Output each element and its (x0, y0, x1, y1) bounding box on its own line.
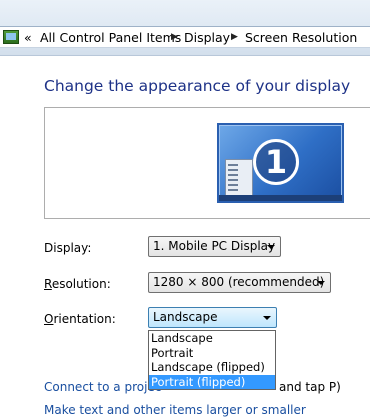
resolution-select[interactable]: 1280 × 800 (recommended) (148, 272, 331, 293)
orientation-select[interactable]: Landscape (148, 307, 277, 328)
connect-projector-link[interactable]: Connect to a projec (44, 380, 161, 394)
text-size-link[interactable]: Make text and other items larger or smal… (44, 403, 306, 417)
chevron-down-icon (317, 281, 325, 285)
orientation-option-portrait-flipped[interactable]: Portrait (flipped) (149, 374, 275, 389)
monitor-icon[interactable]: 1 (217, 123, 344, 203)
page-title: Change the appearance of your display (44, 77, 351, 95)
address-bar[interactable]: « All Control Panel Items ▶ Display ▶ Sc… (0, 26, 370, 48)
orientation-label: Orientation: (44, 312, 116, 326)
breadcrumb-separator-icon[interactable]: ▶ (231, 32, 238, 42)
chevron-down-icon (267, 245, 275, 249)
display-label: Display: (44, 241, 92, 255)
breadcrumb-screen-resolution[interactable]: Screen Resolution (245, 30, 357, 45)
monitor-window-thumbnail (225, 159, 253, 197)
monitor-number: 1 (253, 139, 299, 185)
breadcrumb-display[interactable]: Display (184, 30, 230, 45)
connect-projector-link-tail: and tap P) (279, 380, 341, 394)
back-chevron-icon[interactable]: « (24, 30, 32, 45)
control-panel-icon (3, 30, 19, 44)
resolution-select-value: 1280 × 800 (recommended) (153, 275, 325, 289)
display-select[interactable]: 1. Mobile PC Display (148, 236, 281, 257)
orientation-option-landscape[interactable]: Landscape (149, 331, 275, 346)
orientation-option-portrait[interactable]: Portrait (149, 346, 275, 361)
monitor-taskbar (219, 195, 342, 201)
address-bar-area: « All Control Panel Items ▶ Display ▶ Sc… (0, 0, 370, 56)
orientation-select-value: Landscape (153, 310, 218, 324)
display-select-value: 1. Mobile PC Display (153, 239, 276, 253)
chevron-down-icon (263, 316, 271, 320)
orientation-option-landscape-flipped[interactable]: Landscape (flipped) (149, 360, 275, 375)
orientation-dropdown-list[interactable]: Landscape Portrait Landscape (flipped) P… (148, 330, 276, 390)
breadcrumb-separator-icon[interactable]: ▶ (171, 32, 178, 42)
breadcrumb-all-control-panel-items[interactable]: All Control Panel Items (40, 30, 181, 45)
resolution-label: Resolution: (44, 277, 111, 291)
